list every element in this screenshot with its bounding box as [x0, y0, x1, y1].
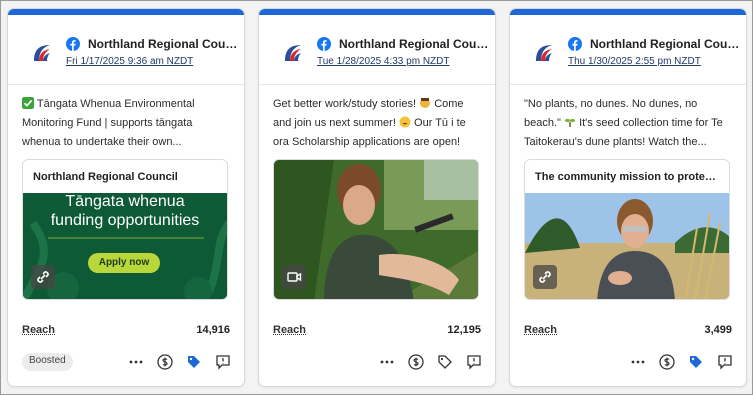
post-actions [378, 353, 483, 371]
post-text: "No plants, no dunes. No dunes, no beach… [524, 95, 734, 152]
link-preview-title: Northland Regional Council [33, 171, 178, 183]
reach-label[interactable]: Reach [273, 324, 306, 336]
card-header: Northland Regional Council Thu 1/30/2025… [510, 15, 746, 85]
link-preview-card[interactable]: Northland Regional Council Tāngata whenu… [22, 159, 228, 300]
reach-label[interactable]: Reach [524, 324, 557, 336]
post-card-3[interactable]: Northland Regional Council Thu 1/30/2025… [510, 9, 746, 386]
reach-label[interactable]: Reach [22, 324, 55, 336]
more-icon[interactable] [629, 353, 647, 371]
link-icon [31, 265, 55, 289]
reach-value: 14,916 [196, 324, 230, 336]
tag-filled-icon[interactable] [185, 353, 203, 371]
card-header: Northland Regional Council Tue 1/28/2025… [259, 15, 495, 85]
comment-icon[interactable] [465, 353, 483, 371]
smile-emoji-icon [399, 116, 411, 128]
apply-now-button: Apply now [88, 253, 160, 273]
student-emoji-icon [420, 98, 431, 108]
post-actions [629, 353, 734, 371]
council-logo [282, 42, 304, 64]
post-card-2[interactable]: Northland Regional Council Tue 1/28/2025… [259, 9, 495, 386]
check-emoji-icon [22, 97, 34, 109]
link-preview-card[interactable]: The community mission to protect... [524, 159, 730, 300]
post-actions [127, 353, 232, 371]
post-text-body: Tāngata Whenua Environmental Monitoring … [22, 98, 195, 148]
facebook-icon [66, 37, 80, 51]
video-preview-card[interactable] [273, 159, 479, 300]
facebook-icon [568, 37, 582, 51]
dollar-icon[interactable] [407, 353, 425, 371]
tag-filled-icon[interactable] [687, 353, 705, 371]
banner-line-1: Tāngata whenua [65, 193, 185, 210]
post-card-1[interactable]: Northland Regional Council Fri 1/17/2025… [8, 9, 244, 386]
video-icon [282, 265, 306, 289]
dollar-icon[interactable] [156, 353, 174, 371]
post-date-link[interactable]: Fri 1/17/2025 9:36 am NZDT [66, 56, 193, 67]
post-date-link[interactable]: Thu 1/30/2025 2:55 pm NZDT [568, 56, 701, 67]
post-text: Get better work/study stories! Come and … [273, 95, 483, 152]
facebook-icon [317, 37, 331, 51]
reach-value: 3,499 [704, 324, 732, 336]
comment-icon[interactable] [716, 353, 734, 371]
post-text-body-1: Get better work/study stories! [273, 98, 417, 110]
banner-line-2: funding opportunities [50, 212, 200, 229]
more-icon[interactable] [378, 353, 396, 371]
council-logo [533, 42, 555, 64]
link-preview-title: The community mission to protect... [535, 171, 724, 183]
page-name: Northland Regional Council [590, 37, 740, 51]
more-icon[interactable] [127, 353, 145, 371]
reach-value: 12,195 [447, 324, 481, 336]
link-icon [533, 265, 557, 289]
page-name: Northland Regional Council [339, 37, 489, 51]
post-date-link[interactable]: Tue 1/28/2025 4:33 pm NZDT [317, 56, 449, 67]
comment-icon[interactable] [214, 353, 232, 371]
seedling-emoji-icon [564, 118, 576, 127]
card-header: Northland Regional Council Fri 1/17/2025… [8, 15, 244, 85]
post-text: Tāngata Whenua Environmental Monitoring … [22, 95, 232, 152]
page-name: Northland Regional Council [88, 37, 238, 51]
boosted-badge: Boosted [22, 353, 73, 371]
tag-outline-icon[interactable] [436, 353, 454, 371]
dollar-icon[interactable] [658, 353, 676, 371]
council-logo [31, 42, 53, 64]
